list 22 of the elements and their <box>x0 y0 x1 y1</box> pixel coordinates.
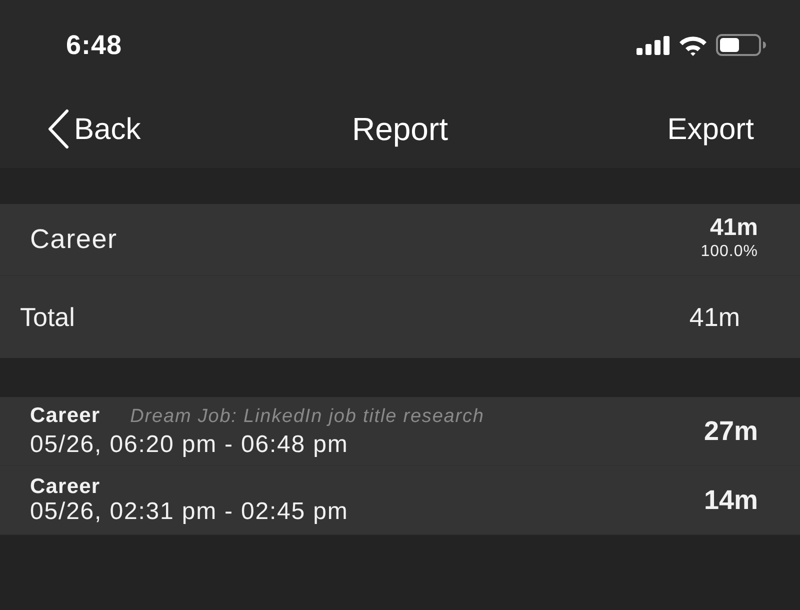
session-duration: 27m <box>704 414 758 448</box>
session-category: Career <box>30 474 100 498</box>
session-row[interactable]: Career 05/26, 02:31 pm - 02:45 pm 14m <box>0 466 800 535</box>
session-category: Career <box>30 404 100 428</box>
category-percent: 100.0% <box>700 242 758 262</box>
total-label: Total <box>20 300 75 334</box>
battery-icon <box>716 34 766 56</box>
back-button[interactable]: Back <box>47 106 141 152</box>
category-name: Career <box>30 223 118 256</box>
export-button[interactable]: Export <box>667 106 754 152</box>
status-time: 6:48 <box>66 28 122 62</box>
session-duration: 14m <box>704 484 758 517</box>
session-row[interactable]: Career Dream Job: LinkedIn job title research 05/26, 06:20 pm - 06:48 pm 27m <box>0 397 800 466</box>
session-time-range: 05/26, 02:31 pm - 02:45 pm <box>30 498 348 526</box>
page-title: Report <box>352 110 448 149</box>
total-duration: 41m <box>689 300 740 334</box>
wifi-icon <box>678 34 708 56</box>
session-note: Dream Job: LinkedIn job title research <box>130 404 484 429</box>
chevron-left-icon <box>47 109 70 149</box>
session-time-range: 05/26, 06:20 pm - 06:48 pm <box>30 431 348 460</box>
category-duration: 41m <box>710 214 758 240</box>
signal-icon <box>636 36 670 54</box>
